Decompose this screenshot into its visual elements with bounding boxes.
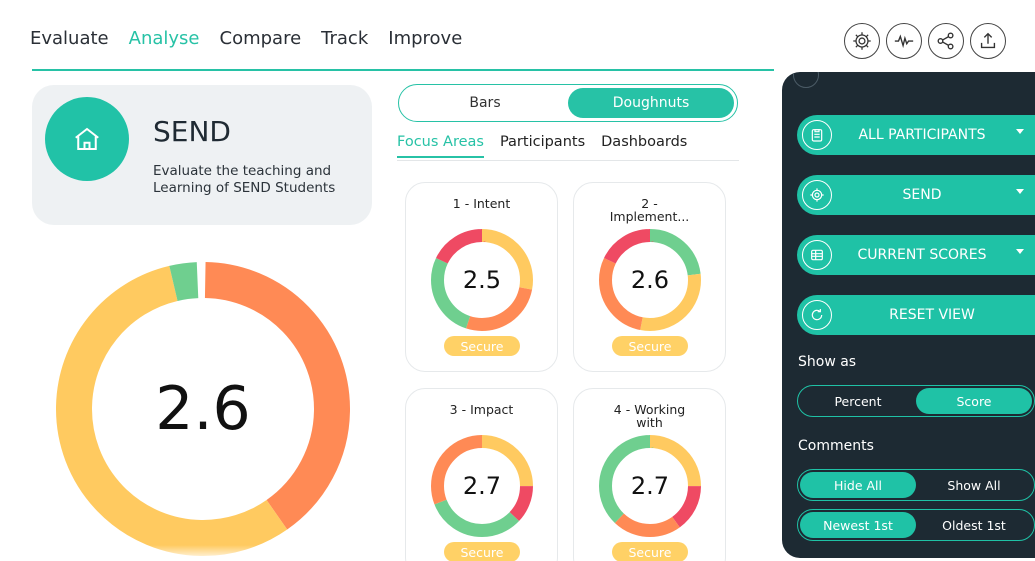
show-as-percent-option[interactable]: Percent <box>800 388 916 414</box>
focus-area-card[interactable]: 4 - Working with 2.7 Secure <box>573 388 726 561</box>
gear-icon[interactable] <box>844 23 880 59</box>
table-icon <box>802 240 832 270</box>
hide-all-option[interactable]: Hide All <box>800 472 916 498</box>
evaluation-title: SEND <box>153 115 231 148</box>
evaluation-description: Evaluate the teaching and Learning of SE… <box>153 163 336 196</box>
status-badge: Secure <box>444 336 520 356</box>
nav-evaluate[interactable]: Evaluate <box>30 28 109 49</box>
share-icon[interactable] <box>928 23 964 59</box>
show-as-label: Show as <box>798 354 857 370</box>
focus-area-title: 4 - Working with <box>574 403 725 429</box>
main-nav: Evaluate Analyse Compare Track Improve <box>30 28 462 49</box>
nav-compare[interactable]: Compare <box>220 28 302 49</box>
status-badge: Secure <box>612 542 688 561</box>
status-badge: Secure <box>444 542 520 561</box>
upload-icon[interactable] <box>970 23 1006 59</box>
tab-dashboards[interactable]: Dashboards <box>601 134 687 158</box>
overall-score: 2.6 <box>155 374 251 444</box>
comments-order-toggle: Newest 1st Oldest 1st <box>797 509 1035 541</box>
home-icon <box>45 97 129 181</box>
subtabs: Focus Areas Participants Dashboards <box>397 134 687 158</box>
show-as-toggle: Percent Score <box>797 385 1035 417</box>
chevron-down-icon <box>1016 129 1024 134</box>
reset-view-label: RESET VIEW <box>889 307 975 323</box>
status-badge: Secure <box>612 336 688 356</box>
participants-dropdown[interactable]: ALL PARTICIPANTS <box>797 115 1035 155</box>
scores-dropdown[interactable]: CURRENT SCORES <box>797 235 1035 275</box>
focus-area-title-line1: 1 - Intent <box>452 196 511 211</box>
focus-area-card[interactable]: 1 - Intent 2.5 Secure <box>405 182 558 372</box>
participants-label: ALL PARTICIPANTS <box>858 127 986 143</box>
view-bars-option[interactable]: Bars <box>402 88 568 118</box>
focus-label: SEND <box>902 187 942 203</box>
subtabs-divider <box>397 160 739 161</box>
nav-underline <box>32 69 774 71</box>
focus-area-score: 2.5 <box>462 266 502 294</box>
oldest-first-option[interactable]: Oldest 1st <box>916 512 1032 538</box>
focus-dropdown[interactable]: SEND <box>797 175 1035 215</box>
chevron-down-icon <box>1016 189 1024 194</box>
evaluation-card: SEND Evaluate the teaching and Learning … <box>32 85 372 225</box>
show-all-option[interactable]: Show All <box>916 472 1032 498</box>
newest-first-option[interactable]: Newest 1st <box>800 512 916 538</box>
focus-area-card[interactable]: 3 - Impact 2.7 Secure <box>405 388 558 561</box>
scores-label: CURRENT SCORES <box>857 247 987 263</box>
refresh-icon <box>802 300 832 330</box>
focus-area-title: 2 - Implement... <box>574 197 725 223</box>
comments-visibility-toggle: Hide All Show All <box>797 469 1035 501</box>
focus-area-title: 3 - Impact <box>406 403 557 416</box>
pulse-icon[interactable] <box>886 23 922 59</box>
focus-area-score: 2.7 <box>630 472 670 500</box>
target-icon <box>802 180 832 210</box>
focus-area-score: 2.6 <box>630 266 670 294</box>
nav-analyse[interactable]: Analyse <box>129 28 200 49</box>
chevron-down-icon <box>1016 249 1024 254</box>
comments-label: Comments <box>798 438 874 454</box>
focus-area-title-line1: 3 - Impact <box>449 402 514 417</box>
clipboard-icon <box>802 120 832 150</box>
view-doughnuts-option[interactable]: Doughnuts <box>568 88 734 118</box>
focus-area-card[interactable]: 2 - Implement... 2.6 Secure <box>573 182 726 372</box>
tab-participants[interactable]: Participants <box>500 134 585 158</box>
view-toggle: Bars Doughnuts <box>398 84 738 122</box>
focus-area-title-line2: with <box>636 415 663 430</box>
focus-area-score: 2.7 <box>462 472 502 500</box>
filter-panel: ALL PARTICIPANTS SEND CURRENT SCORES RES… <box>782 72 1035 558</box>
nav-track[interactable]: Track <box>321 28 368 49</box>
reset-view-button[interactable]: RESET VIEW <box>797 295 1035 335</box>
focus-area-title: 1 - Intent <box>406 197 557 210</box>
tab-focus-areas[interactable]: Focus Areas <box>397 134 484 158</box>
panel-collapse-icon[interactable] <box>793 72 819 88</box>
show-as-score-option[interactable]: Score <box>916 388 1032 414</box>
toolbar-icons <box>844 23 1006 59</box>
focus-area-title-line2: Implement... <box>609 209 690 224</box>
nav-improve[interactable]: Improve <box>388 28 462 49</box>
